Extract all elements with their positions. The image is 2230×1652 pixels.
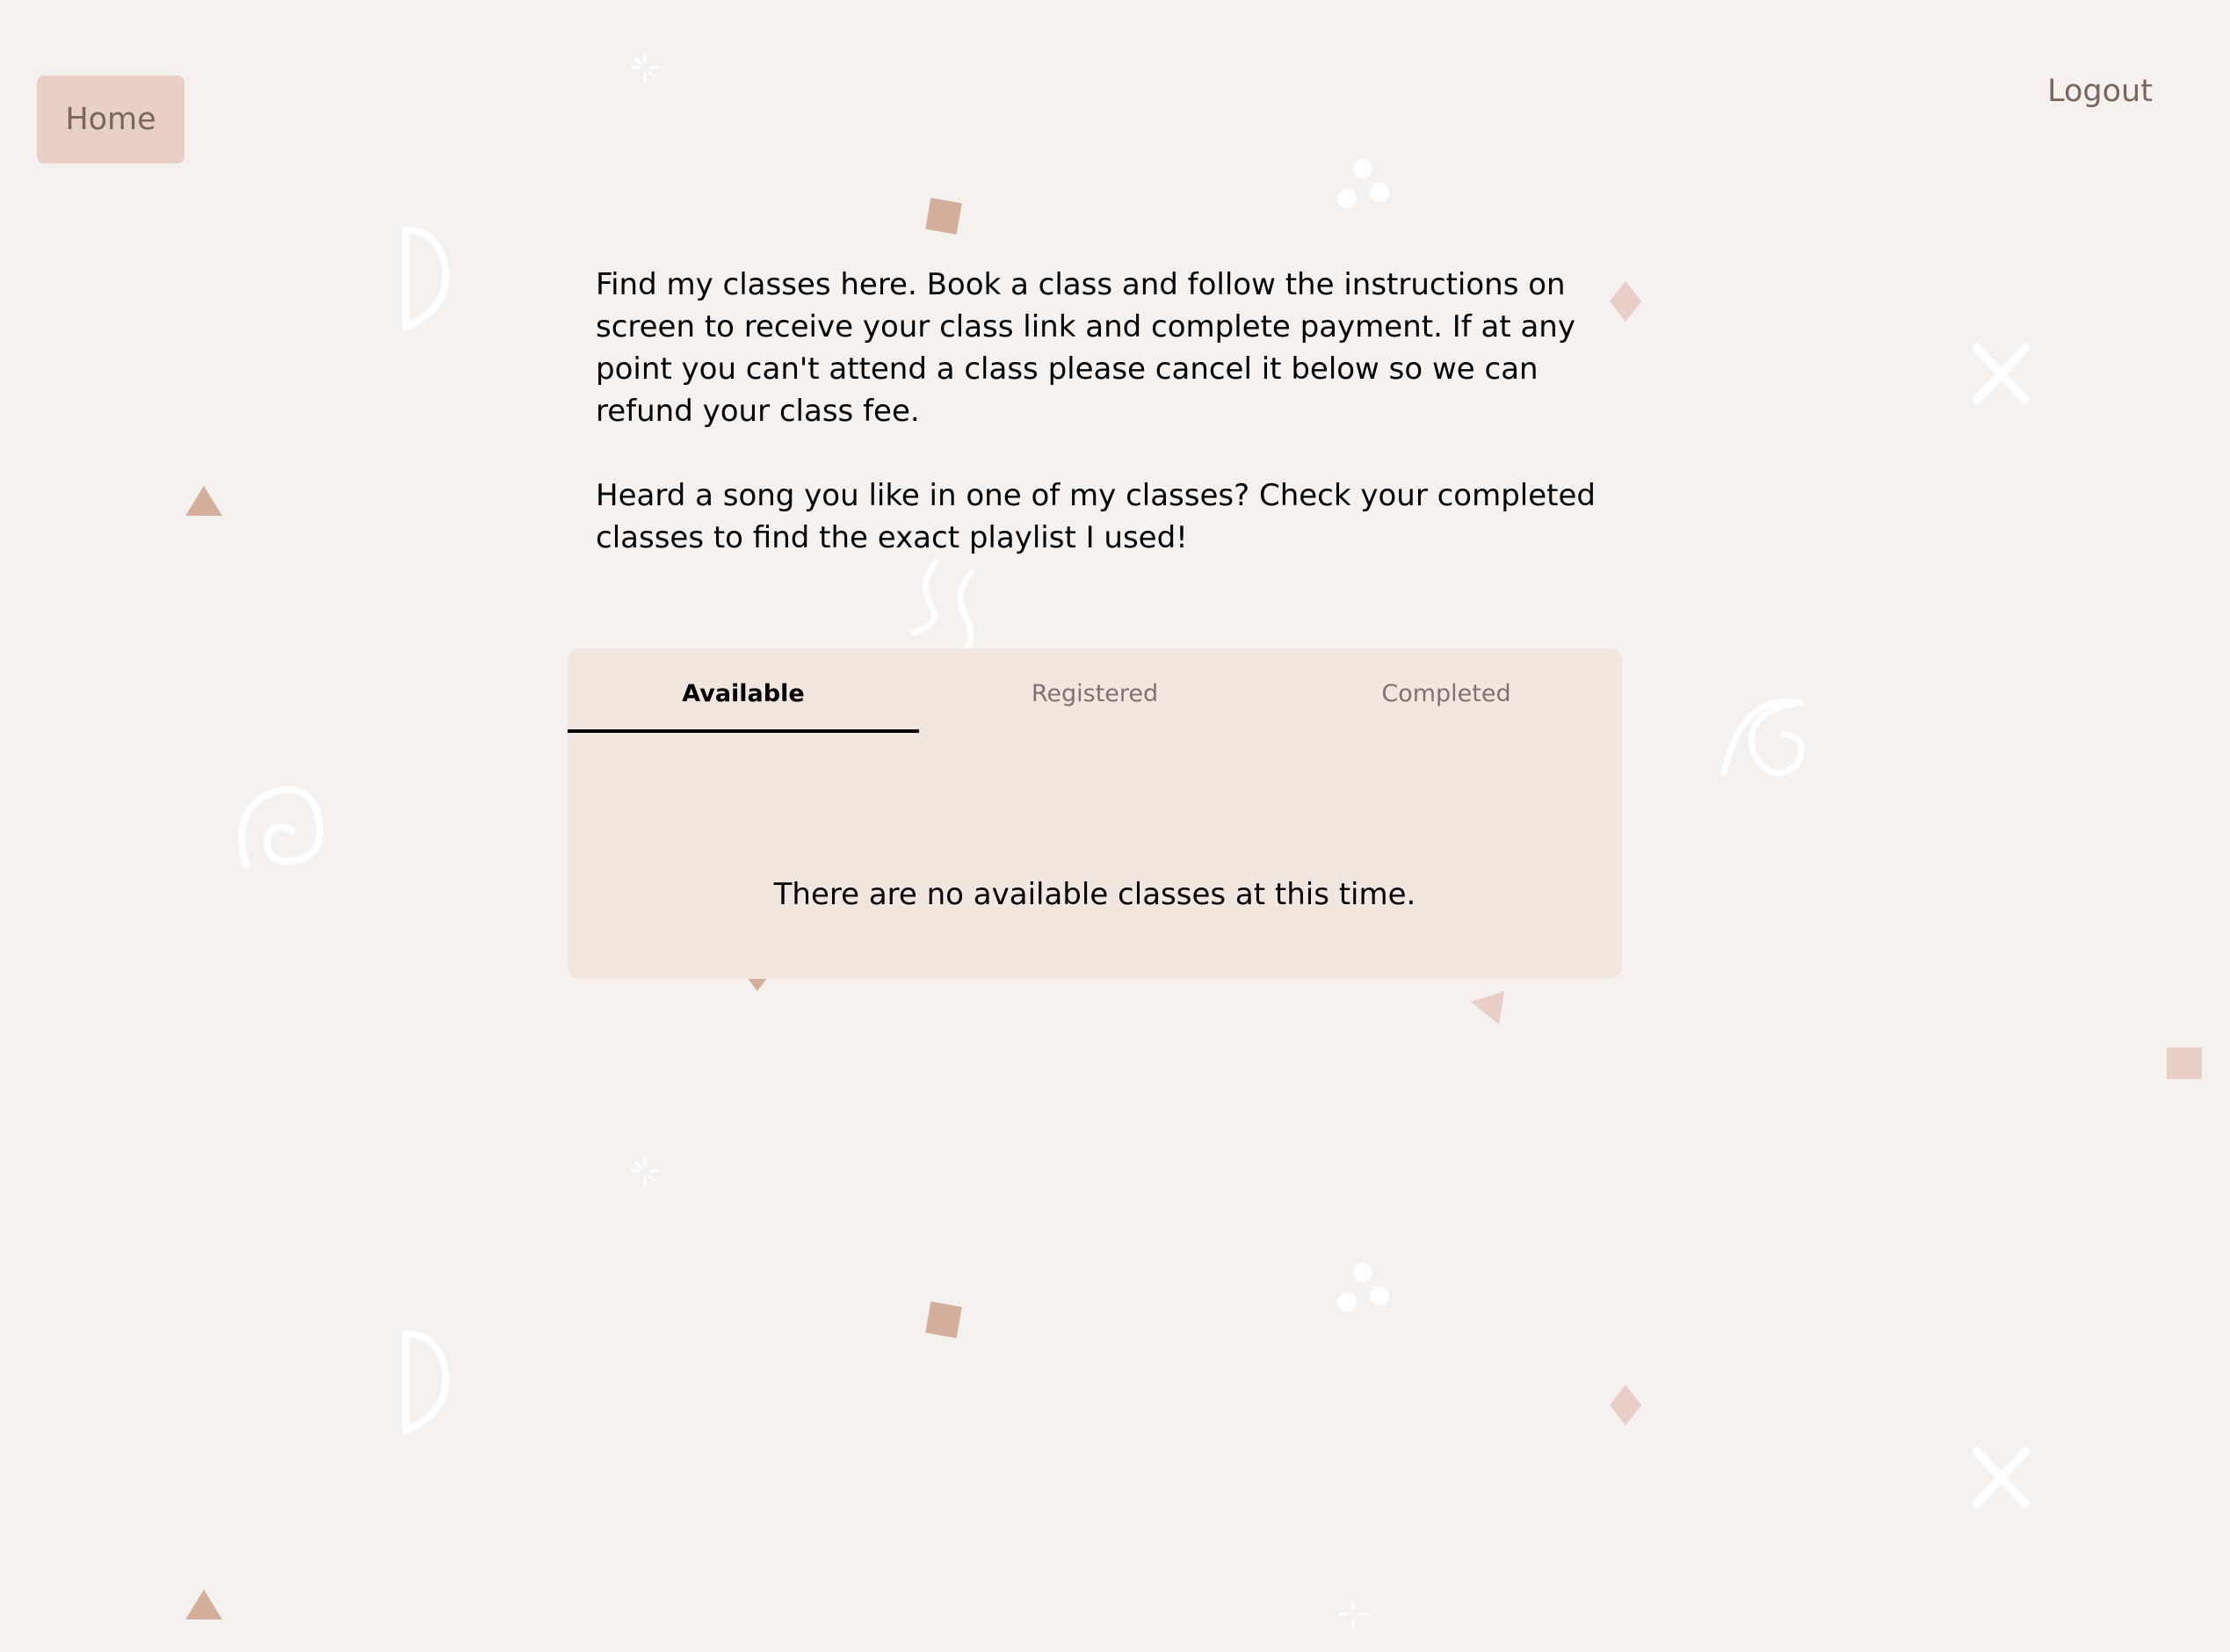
sparkle-shape (630, 53, 660, 83)
class-tabs: Available Registered Completed (568, 648, 1622, 733)
tab-registered[interactable]: Registered (919, 648, 1271, 733)
tab-available[interactable]: Available (568, 648, 919, 733)
squiggle-shape (910, 559, 974, 654)
intro-paragraph-booking: Find my classes here. Book a class and f… (596, 267, 1575, 429)
square-shape (925, 1301, 962, 1338)
square-shape (925, 198, 962, 235)
diamond-shape (1610, 1385, 1641, 1425)
home-button[interactable]: Home (37, 76, 185, 163)
dots-shape (1337, 159, 1389, 208)
confetti-tile-bottom (185, 1156, 2030, 1629)
triangle-shape (185, 1590, 222, 1619)
intro-text: Find my classes here. Book a class and f… (596, 264, 1615, 559)
sparkle-shape (1338, 1599, 1368, 1629)
dots-shape (1337, 1263, 1389, 1312)
logout-link[interactable]: Logout (2030, 67, 2170, 116)
loop-shape (1720, 698, 1805, 777)
tab-completed[interactable]: Completed (1271, 648, 1622, 733)
classes-panel: Available Registered Completed There are… (568, 648, 1622, 979)
sparkle-shape (630, 1156, 660, 1186)
cross-shape (1973, 1447, 2030, 1508)
intro-paragraph-playlist: Heard a song you like in one of my class… (596, 478, 1596, 555)
triangle-shape (747, 977, 768, 991)
spiral-shape (238, 786, 324, 869)
half-moon-shape (402, 227, 450, 330)
half-moon-shape (402, 1330, 450, 1434)
triangle-shape (185, 486, 222, 516)
cross-shape (1973, 344, 2030, 404)
empty-state-message: There are no available classes at this t… (773, 877, 1416, 912)
square-shape (2167, 1047, 2202, 1079)
triangle-shape (1471, 991, 1504, 1025)
